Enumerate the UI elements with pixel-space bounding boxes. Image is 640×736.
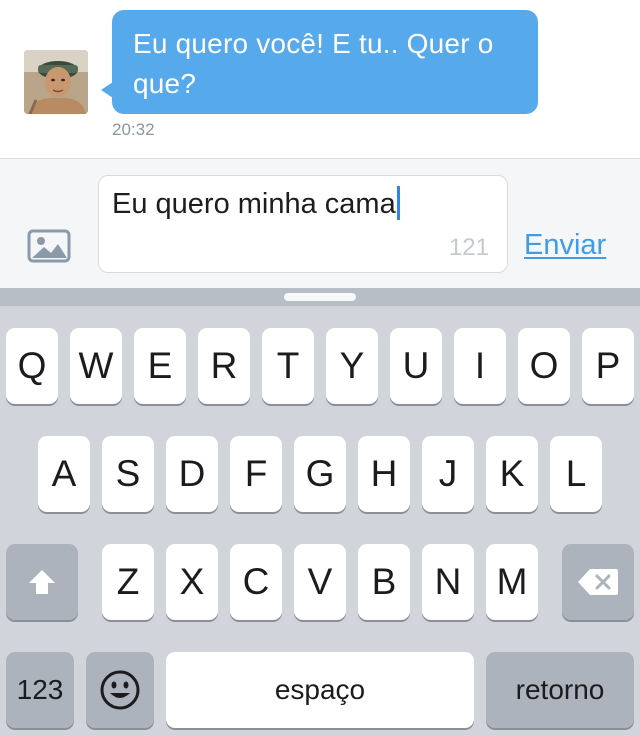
- message-timestamp: 20:32: [112, 120, 155, 139]
- key-h[interactable]: H: [358, 436, 410, 512]
- key-m[interactable]: M: [486, 544, 538, 620]
- key-y[interactable]: Y: [326, 328, 378, 404]
- delete-key[interactable]: [562, 544, 634, 620]
- key-l[interactable]: L: [550, 436, 602, 512]
- photo-button[interactable]: [26, 229, 72, 263]
- key-i[interactable]: I: [454, 328, 506, 404]
- return-key[interactable]: retorno: [486, 652, 634, 728]
- emoji-smiley-icon: [100, 670, 140, 710]
- key-v[interactable]: V: [294, 544, 346, 620]
- text-caret: [396, 186, 400, 220]
- key-p[interactable]: P: [582, 328, 634, 404]
- emoji-key[interactable]: [86, 652, 154, 728]
- key-x[interactable]: X: [166, 544, 218, 620]
- numbers-key[interactable]: 123: [6, 652, 74, 728]
- key-g[interactable]: G: [294, 436, 346, 512]
- message-bubble[interactable]: Eu quero você! E tu.. Quer o que?: [112, 10, 538, 114]
- key-d[interactable]: D: [166, 436, 218, 512]
- shift-key[interactable]: [6, 544, 78, 620]
- image-icon: [27, 229, 71, 263]
- character-counter: 121: [448, 234, 489, 261]
- keyboard-top-bar: [0, 288, 640, 306]
- conversation-area: Eu quero você! E tu.. Quer o que? 20:32: [0, 0, 640, 158]
- key-s[interactable]: S: [102, 436, 154, 512]
- shift-arrow-icon: [29, 570, 55, 594]
- key-k[interactable]: K: [486, 436, 538, 512]
- key-w[interactable]: W: [70, 328, 122, 404]
- key-b[interactable]: B: [358, 544, 410, 620]
- key-f[interactable]: F: [230, 436, 282, 512]
- key-e[interactable]: E: [134, 328, 186, 404]
- user-avatar[interactable]: [24, 50, 88, 114]
- key-q[interactable]: Q: [6, 328, 58, 404]
- key-a[interactable]: A: [38, 436, 90, 512]
- key-r[interactable]: R: [198, 328, 250, 404]
- message-composer: Eu quero minha cama 121 Enviar: [0, 158, 640, 288]
- key-z[interactable]: Z: [102, 544, 154, 620]
- avatar-photo-icon: [24, 50, 88, 114]
- onscreen-keyboard: Q W E R T Y U I O P A S D F G H J K L Z …: [0, 288, 640, 736]
- send-button[interactable]: Enviar: [524, 229, 606, 262]
- space-key[interactable]: espaço: [166, 652, 474, 728]
- keyboard-handle[interactable]: [284, 293, 356, 301]
- input-value: Eu quero minha cama: [112, 188, 396, 220]
- backspace-icon: [578, 569, 618, 595]
- message-text: Eu quero você! E tu.. Quer o que?: [133, 28, 494, 99]
- key-t[interactable]: T: [262, 328, 314, 404]
- key-n[interactable]: N: [422, 544, 474, 620]
- key-j[interactable]: J: [422, 436, 474, 512]
- tweet-text-input[interactable]: Eu quero minha cama 121: [98, 175, 508, 273]
- key-u[interactable]: U: [390, 328, 442, 404]
- key-o[interactable]: O: [518, 328, 570, 404]
- key-c[interactable]: C: [230, 544, 282, 620]
